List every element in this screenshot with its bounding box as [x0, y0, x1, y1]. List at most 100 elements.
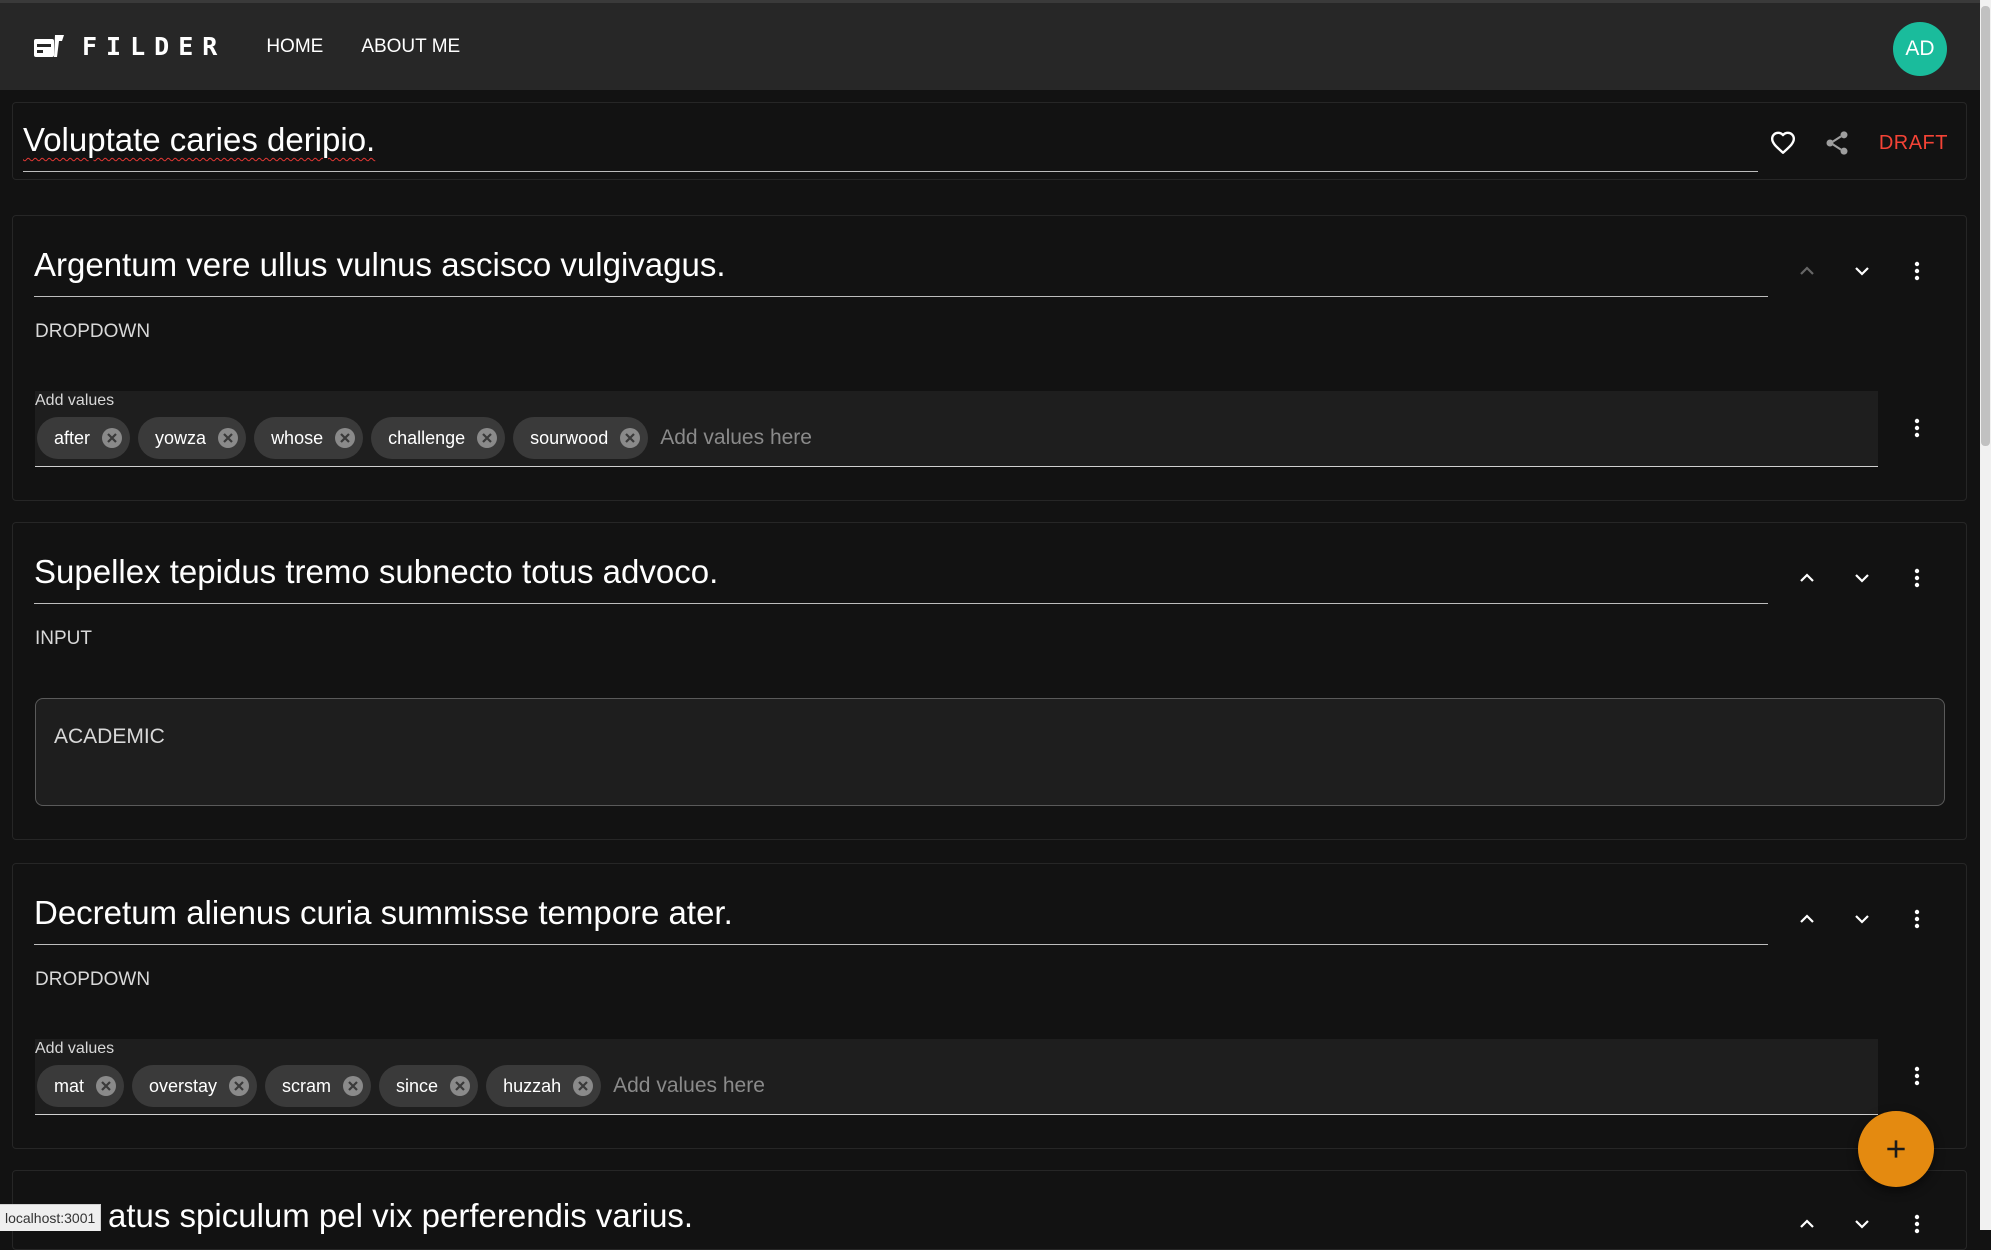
nav-home-link[interactable]: HOME: [266, 36, 323, 58]
chevron-down-icon: [1855, 1220, 1869, 1229]
value-chip[interactable]: mat: [37, 1065, 125, 1107]
question-controls: [1767, 904, 1932, 934]
move-up-button[interactable]: [1792, 256, 1822, 286]
cancel-circle-icon: [102, 428, 123, 448]
cancel-circle-icon: [96, 1076, 117, 1096]
question-card: atus spiculum pel vix perferendis varius…: [12, 1170, 1967, 1250]
move-down-button[interactable]: [1847, 256, 1877, 286]
value-chip[interactable]: whose: [254, 417, 364, 459]
favorite-button[interactable]: [1769, 130, 1797, 156]
question-title-input[interactable]: Supellex tepidus tremo subnecto totus ad…: [34, 553, 1768, 604]
add-question-button[interactable]: [1858, 1111, 1934, 1187]
form-title-actions: DRAFT: [1769, 123, 1948, 163]
cancel-circle-icon: [477, 428, 498, 448]
draft-status-button[interactable]: DRAFT: [1879, 132, 1948, 155]
chip-label: yowza: [155, 427, 207, 448]
chevron-down-icon: [1855, 915, 1869, 924]
question-title-input[interactable]: Decretum alienus curia summisse tempore …: [34, 894, 1768, 945]
user-avatar[interactable]: AD: [1893, 22, 1947, 76]
question-card: Argentum vere ullus vulnus ascisco vulgi…: [12, 215, 1967, 501]
more-vert-icon: [1914, 568, 1920, 588]
question-menu-button[interactable]: [1902, 1209, 1932, 1239]
values-label: Add values: [35, 392, 115, 409]
question-type-label: DROPDOWN: [35, 969, 151, 990]
app-name: FILDER: [82, 32, 227, 61]
question-type-label: DROPDOWN: [35, 321, 151, 342]
cancel-circle-icon: [573, 1076, 594, 1096]
answer-input-value: ACADEMIC: [54, 725, 165, 748]
move-up-button[interactable]: [1792, 563, 1822, 593]
plus-icon: [1887, 1140, 1905, 1158]
nav-about-link[interactable]: ABOUT ME: [361, 36, 460, 58]
values-label: Add values: [35, 1040, 115, 1057]
question-title-input[interactable]: atus spiculum pel vix perferendis varius…: [108, 1197, 1768, 1247]
value-chip[interactable]: overstay: [132, 1065, 258, 1107]
move-down-button[interactable]: [1847, 1209, 1877, 1239]
add-values-placeholder[interactable]: Add values here: [613, 1074, 765, 1098]
heart-outline-icon: [1770, 131, 1795, 154]
value-chip[interactable]: challenge: [371, 417, 506, 459]
question-controls: [1767, 256, 1932, 286]
chip-delete-button[interactable]: [333, 426, 357, 450]
question-title-input[interactable]: Argentum vere ullus vulnus ascisco vulgi…: [34, 246, 1768, 297]
chip-label: whose: [271, 427, 324, 448]
chip-delete-button[interactable]: [618, 426, 642, 450]
filder-logo-icon: [34, 34, 64, 57]
value-chip[interactable]: sourwood: [513, 417, 649, 459]
more-vert-icon: [1914, 909, 1920, 929]
move-up-button[interactable]: [1792, 1209, 1822, 1239]
chip-delete-button[interactable]: [341, 1074, 365, 1098]
value-chip[interactable]: since: [379, 1065, 479, 1107]
form-title-input[interactable]: Voluptate caries deripio.: [23, 121, 1758, 172]
chip-label: sourwood: [530, 427, 609, 448]
move-up-button[interactable]: [1792, 904, 1822, 934]
chevron-up-icon: [1800, 1219, 1814, 1228]
chip-label: since: [396, 1075, 439, 1096]
question-menu-button[interactable]: [1902, 904, 1932, 934]
more-vert-icon: [1914, 1214, 1920, 1234]
chip-label: after: [54, 427, 91, 448]
app-logo[interactable]: FILDER: [34, 32, 226, 61]
values-menu-button[interactable]: [1902, 1061, 1932, 1091]
chip-label: overstay: [149, 1075, 218, 1096]
question-controls: [1767, 563, 1932, 593]
chip-label: mat: [54, 1075, 85, 1096]
move-down-button[interactable]: [1847, 904, 1877, 934]
chip-delete-button[interactable]: [475, 426, 499, 450]
cancel-circle-icon: [343, 1076, 364, 1096]
value-chip[interactable]: scram: [265, 1065, 372, 1107]
chip-list: mat overstay scram since huzzah Add valu…: [37, 1065, 765, 1107]
cancel-circle-icon: [218, 428, 239, 448]
chip-label: huzzah: [503, 1075, 562, 1096]
values-input[interactable]: Add values mat overstay scram since huzz…: [35, 1039, 1878, 1115]
cancel-circle-icon: [620, 428, 641, 448]
add-values-placeholder[interactable]: Add values here: [660, 426, 812, 450]
chip-delete-button[interactable]: [448, 1074, 472, 1098]
values-input[interactable]: Add values after yowza whose challenge s…: [35, 391, 1878, 467]
question-card: Supellex tepidus tremo subnecto totus ad…: [12, 522, 1967, 840]
question-menu-button[interactable]: [1902, 256, 1932, 286]
app-bar: FILDER HOME ABOUT ME AD: [0, 0, 1980, 90]
chip-delete-button[interactable]: [571, 1074, 595, 1098]
more-vert-icon: [1914, 1066, 1920, 1086]
chip-list: after yowza whose challenge sourwood Add…: [37, 417, 812, 459]
chip-delete-button[interactable]: [100, 426, 124, 450]
value-chip[interactable]: huzzah: [486, 1065, 602, 1107]
question-type-label: INPUT: [35, 628, 92, 649]
answer-input-field[interactable]: ACADEMIC: [35, 698, 1945, 806]
chip-delete-button[interactable]: [216, 426, 240, 450]
question-menu-button[interactable]: [1902, 563, 1932, 593]
chevron-up-icon: [1800, 914, 1814, 923]
form-title-card: Voluptate caries deripio. DRAFT: [12, 102, 1967, 180]
browser-status-url: localhost:3001: [0, 1204, 102, 1231]
value-chip[interactable]: yowza: [138, 417, 247, 459]
move-down-button[interactable]: [1847, 563, 1877, 593]
value-chip[interactable]: after: [37, 417, 131, 459]
share-icon: [1826, 131, 1848, 155]
more-vert-icon: [1914, 261, 1920, 281]
values-menu-button[interactable]: [1902, 413, 1932, 443]
chip-delete-button[interactable]: [94, 1074, 118, 1098]
share-button[interactable]: [1823, 129, 1851, 157]
scrollbar-thumb[interactable]: [1981, 6, 1990, 446]
chip-delete-button[interactable]: [227, 1074, 251, 1098]
